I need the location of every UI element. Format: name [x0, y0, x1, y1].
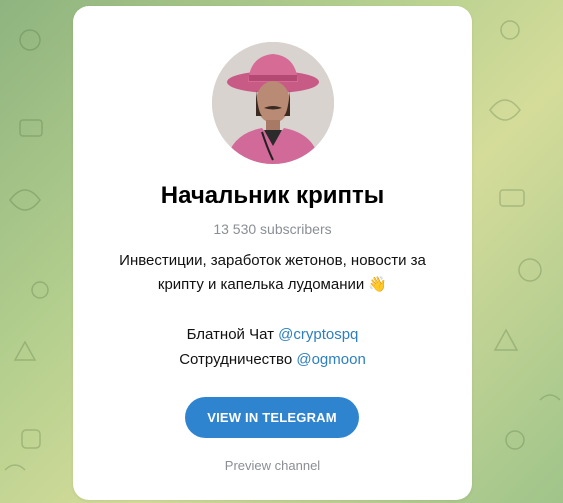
subscriber-count: 13 530 subscribers [213, 221, 332, 237]
channel-description: Инвестиции, заработок жетонов, новости з… [93, 249, 452, 297]
link-label-chat: Блатной Чат [186, 326, 274, 343]
description-line-2: крипту и капелька лудомании [157, 276, 365, 293]
link-handle-ogmoon[interactable]: @ogmoon [296, 351, 365, 368]
link-label-cooperation: Сотрудничество [179, 351, 293, 368]
preview-channel-link[interactable]: Preview channel [73, 457, 472, 475]
view-in-telegram-button[interactable]: VIEW IN TELEGRAM [185, 397, 359, 438]
avatar-image [212, 42, 334, 164]
channel-avatar[interactable] [212, 42, 334, 164]
link-row-cooperation: Сотрудничество @ogmoon [73, 350, 472, 370]
channel-card: Начальник крипты 13 530 subscribers Инве… [73, 6, 472, 500]
link-row-chat: Блатной Чат @cryptospq [73, 325, 472, 345]
link-handle-cryptospq[interactable]: @cryptospq [278, 326, 358, 343]
waving-hand-icon: 👋 [368, 276, 388, 293]
description-line-1: Инвестиции, заработок жетонов, новости з… [119, 252, 426, 269]
channel-title: Начальник крипты [160, 182, 385, 209]
